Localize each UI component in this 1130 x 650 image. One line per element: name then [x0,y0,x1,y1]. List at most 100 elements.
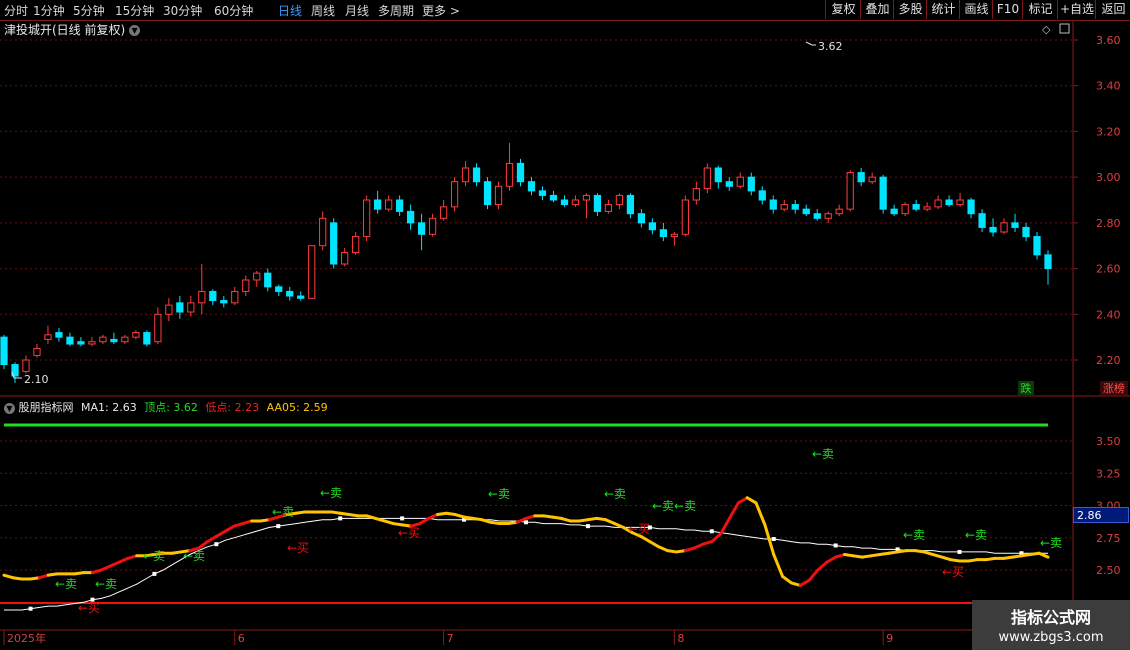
event-marker: 跌 [1021,381,1032,395]
candle-body [417,222,426,235]
xaxis-label: 2025年 [7,631,46,645]
ma1-marker [276,524,281,529]
price-tick-label: 3.20 [1096,125,1121,138]
candle-body [890,208,898,215]
period-4[interactable]: 30分钟 [163,2,202,19]
aa05-line-segment [745,496,758,505]
candle-body [538,190,547,196]
candle-body [297,295,305,299]
candle-body [220,300,228,304]
aa05-line-segment [223,524,236,533]
period-0[interactable]: 分时 [4,2,28,19]
candle-body [736,176,744,187]
period-5[interactable]: 60分钟 [214,2,253,19]
candle-body [330,222,338,265]
toolbar-btn-3[interactable]: 统计 [926,0,960,19]
ma1-marker [214,542,219,547]
aa05-line-segment [418,516,431,526]
period-7[interactable]: 周线 [311,2,335,19]
candle-body [1011,222,1019,228]
candle-body [110,338,118,343]
aa05-line-segment [205,534,218,544]
candle-body [560,199,569,206]
candle-body [209,290,217,302]
candle-body [472,167,481,183]
sell-signal: ←卖 [604,487,626,501]
chevron-down-icon[interactable]: ▼ [129,25,141,36]
aa05-line-segment [807,568,820,582]
current-value-box: 2.86 [1073,507,1129,523]
chevron-down-icon[interactable]: ▼ [4,402,15,414]
kline-chart[interactable]: 3.60 3.40 3.20 3.00 2.80 2.60 2.40 2.20 3.62 2.10… [0,0,1130,650]
candle-body [725,181,733,187]
toolbar-btn-0[interactable]: 复权 [825,0,861,19]
high-marker [805,41,816,46]
candle-body [483,181,492,206]
candle-body [637,213,646,224]
candle-body [659,229,667,238]
period-8[interactable]: 月线 [345,2,369,19]
aa05-line-segment [816,560,829,572]
indicator-name[interactable]: 股朋指标网 [19,401,74,414]
candle-body [714,167,722,183]
toolbar-btn-1[interactable]: 叠加 [860,0,894,19]
period-9[interactable]: 多周期 [378,2,414,19]
period-2[interactable]: 5分钟 [73,2,105,19]
candle-body [813,213,821,219]
price-tick-label: 3.00 [1096,171,1121,184]
candle-body [934,199,942,208]
candle-body [341,252,349,265]
aa05-line-segment [1037,551,1050,559]
period-10[interactable]: 更多 > [422,2,460,19]
candle-body [868,176,876,183]
period-6[interactable]: 日线 [278,2,302,19]
toolbar-btn-4[interactable]: 画线 [959,0,993,19]
toolbar-btn-8[interactable]: 返回 [1095,0,1130,19]
candle-body [703,167,711,190]
candle-body [923,206,931,210]
candle-body [989,226,997,233]
low-price-label: 2.10 [24,373,49,386]
ma1-marker [28,606,33,611]
candle-body [593,194,602,212]
ma1-marker [524,520,528,525]
candle-body [516,162,525,183]
candle-body [187,302,195,313]
ma1-line [4,517,1048,611]
price-tick-label: 2.60 [1096,263,1121,276]
candle-body [242,279,250,292]
aa05-line-segment [214,529,227,538]
period-3[interactable]: 15分钟 [115,2,154,19]
candle-body [747,176,755,192]
ma1-marker [957,549,962,554]
price-tick-label: 2.20 [1096,354,1121,367]
period-1[interactable]: 1分钟 [33,2,65,19]
toolbar-btn-5[interactable]: F10 [992,0,1023,19]
candle-body [264,272,272,288]
aa05-line-segment [710,532,723,544]
candle-body [769,199,777,210]
low-value: 低点: 2.23 [205,401,260,414]
candle-body [22,359,30,372]
candle-body [363,199,371,238]
buy-signal: ←买 [942,565,964,579]
toolbar-btn-7[interactable]: +自选 [1057,0,1096,19]
candle-body [1000,222,1008,233]
price-tick-label: 3.40 [1096,80,1121,93]
aa05-line-segment [719,516,731,536]
candle-body [824,213,832,219]
candle-body [582,194,591,201]
ma1-marker [833,543,838,548]
toolbar-btn-2[interactable]: 多股 [893,0,927,19]
watermark-title: 指标公式网 [1010,608,1091,627]
aa05-line-segment [798,578,811,587]
candle-body [461,167,470,183]
candle-body [604,204,613,212]
candle-body [352,236,360,254]
stock-title[interactable]: 津投城开(日线 前复权) [4,23,125,37]
sell-signal: ←卖 [903,528,925,542]
toolbar-btn-6[interactable]: 标记 [1022,0,1058,19]
candle-body [527,181,536,192]
sell-signal: ←卖 [812,447,834,461]
watermark: 指标公式网 www.zbgs3.com [972,600,1130,650]
